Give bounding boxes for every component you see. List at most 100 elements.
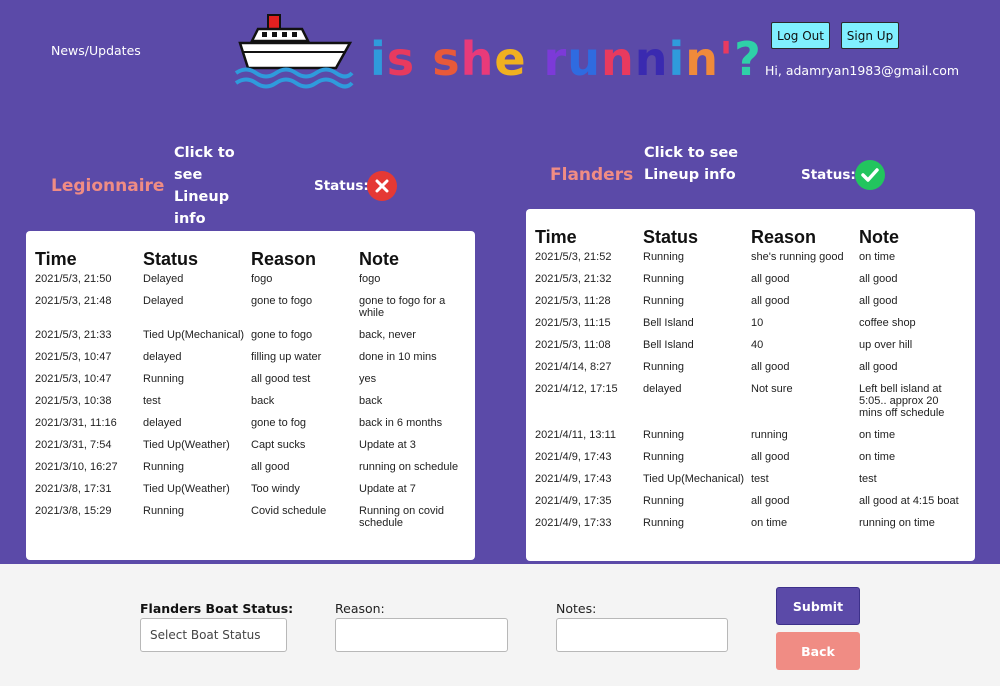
- table-cell: 2021/4/9, 17:43: [535, 451, 612, 463]
- table-cell: Delayed: [143, 273, 184, 285]
- table-cell: fogo: [359, 273, 381, 285]
- table-row: 2021/3/8, 17:31 Tied Up(Weather) Too windy…: [35, 483, 466, 505]
- table-cell: Bell Island: [643, 339, 694, 351]
- table-cell: Running: [643, 495, 684, 507]
- table-row: 2021/5/3, 21:50 Delayed fogo fogo: [35, 273, 466, 295]
- table-cell: all good: [251, 461, 290, 473]
- table-cell: all good: [751, 295, 790, 307]
- table-cell: 2021/5/3, 10:47: [35, 373, 112, 385]
- table-cell: Running: [643, 273, 684, 285]
- table-cell: test: [143, 395, 161, 407]
- table-cell: back: [359, 395, 383, 407]
- table-cell: 2021/4/9, 17:33: [535, 517, 612, 529]
- x-circle-icon: [367, 171, 397, 201]
- logo-letter: ?: [734, 32, 762, 86]
- boat-name-flanders: Flanders: [550, 165, 634, 185]
- logo: is she runnin'?: [232, 12, 761, 94]
- table-cell: gone to fog: [251, 417, 307, 429]
- table-cell: Delayed: [143, 295, 184, 307]
- table-row: 2021/5/3, 21:32 Running all good all good: [535, 273, 966, 295]
- table-cell: she's running good: [751, 251, 844, 263]
- column-header: Note: [359, 249, 399, 269]
- table-cell: fogo: [251, 273, 273, 285]
- table-cell: back in 6 months: [359, 417, 443, 429]
- table-cell: Running: [643, 429, 684, 441]
- table-cell: all good: [751, 451, 790, 463]
- table-cell: Left bell island at 5:05.. approx 20 min…: [859, 383, 945, 419]
- table-cell: yes: [359, 373, 377, 385]
- logo-letter: u: [567, 32, 601, 86]
- legionnaire-status-table: Time Status Reason Note 2021/5/3, 21:50 Dela…: [26, 231, 475, 560]
- logo-letter: s: [432, 32, 461, 86]
- table-cell: 2021/5/3, 21:48: [35, 295, 112, 307]
- logo-letter: ': [719, 32, 735, 86]
- legionnaire-lineup-link[interactable]: Click to see Lineup info: [174, 142, 236, 230]
- table-cell: filling up water: [251, 351, 322, 363]
- boat-name-legionnaire: Legionnaire: [51, 176, 165, 196]
- table-cell: Tied Up(Weather): [143, 439, 230, 451]
- legionnaire-status-label: Status:: [314, 178, 369, 194]
- back-button[interactable]: Back: [776, 632, 860, 670]
- column-header: Reason: [251, 249, 317, 269]
- table-row: 2021/4/9, 17:43 Tied Up(Mechanical) test te…: [535, 473, 966, 495]
- table-row: 2021/3/31, 11:16 delayed gone to fog back i…: [35, 417, 466, 439]
- table-row: 2021/4/14, 8:27 Running all good all good: [535, 361, 966, 383]
- flanders-lineup-link[interactable]: Click to see Lineup info: [644, 142, 739, 186]
- table-cell: running on schedule: [359, 461, 459, 473]
- table-cell: Tied Up(Weather): [143, 483, 230, 495]
- table-cell: all good: [751, 495, 790, 507]
- logo-letter: i: [370, 32, 387, 86]
- table-row: 2021/5/3, 21:52 Running she's running good…: [535, 251, 966, 273]
- table-cell: all good: [859, 273, 898, 285]
- table-cell: all good: [859, 295, 898, 307]
- table-row: 2021/5/3, 21:33 Tied Up(Mechanical) gone t…: [35, 329, 466, 351]
- logo-letter: s: [386, 32, 416, 86]
- table-cell: Bell Island: [643, 317, 694, 329]
- table-cell: Capt sucks: [251, 439, 306, 451]
- table-cell: all good test: [251, 373, 311, 385]
- table-cell: 2021/4/11, 13:11: [535, 429, 616, 441]
- notes-label: Notes:: [556, 601, 597, 616]
- logo-letter: n: [600, 32, 635, 86]
- table-cell: 2021/3/31, 11:16: [35, 417, 117, 429]
- table-cell: test: [859, 473, 877, 485]
- sign-up-button[interactable]: Sign Up: [841, 22, 899, 49]
- boat-status-select[interactable]: Select Boat Status: [140, 618, 287, 652]
- column-header: Status: [643, 227, 699, 247]
- table-cell: Running: [643, 517, 684, 529]
- table-cell: Tied Up(Mechanical): [643, 473, 745, 485]
- table-cell: gone to fogo for a while: [359, 295, 446, 319]
- log-out-button[interactable]: Log Out: [771, 22, 830, 49]
- table-cell: delayed: [643, 383, 682, 395]
- table-row: 2021/4/9, 17:35 Running all good all good a…: [535, 495, 966, 517]
- logo-letter: h: [460, 32, 495, 86]
- logo-letter: i: [668, 32, 686, 86]
- table-cell: Running: [643, 251, 684, 263]
- flanders-status-label: Status:: [801, 167, 856, 183]
- table-cell: 2021/5/3, 11:08: [535, 339, 611, 351]
- table-cell: back, never: [359, 329, 416, 341]
- table-cell: Running: [143, 505, 184, 517]
- table-cell: Running: [643, 361, 684, 373]
- reason-label: Reason:: [335, 601, 385, 616]
- table-cell: coffee shop: [859, 317, 916, 329]
- table-row: 2021/5/3, 10:47 delayed filling up water do…: [35, 351, 466, 373]
- reason-input[interactable]: [335, 618, 508, 652]
- table-cell: test: [751, 473, 769, 485]
- table-cell: 2021/4/14, 8:27: [535, 361, 612, 373]
- notes-input[interactable]: [556, 618, 728, 652]
- table-row: 2021/4/9, 17:43 Running all good on time: [535, 451, 966, 473]
- logo-letter: [527, 32, 544, 86]
- news-updates-link[interactable]: News/Updates: [51, 43, 141, 58]
- logo-letter: [415, 32, 432, 86]
- boat-status-label: Flanders Boat Status:: [140, 601, 294, 616]
- submit-button[interactable]: Submit: [776, 587, 860, 625]
- column-header: Time: [535, 227, 577, 247]
- table-cell: Too windy: [251, 483, 300, 495]
- table-row: 2021/5/3, 11:28 Running all good all good: [535, 295, 966, 317]
- table-row: 2021/3/8, 15:29 Running Covid schedule Runn…: [35, 505, 466, 539]
- logo-title: is she runnin'?: [370, 32, 762, 86]
- column-header: Status: [143, 249, 199, 269]
- table-cell: 2021/4/12, 17:15: [535, 383, 618, 395]
- table-cell: Running: [143, 461, 184, 473]
